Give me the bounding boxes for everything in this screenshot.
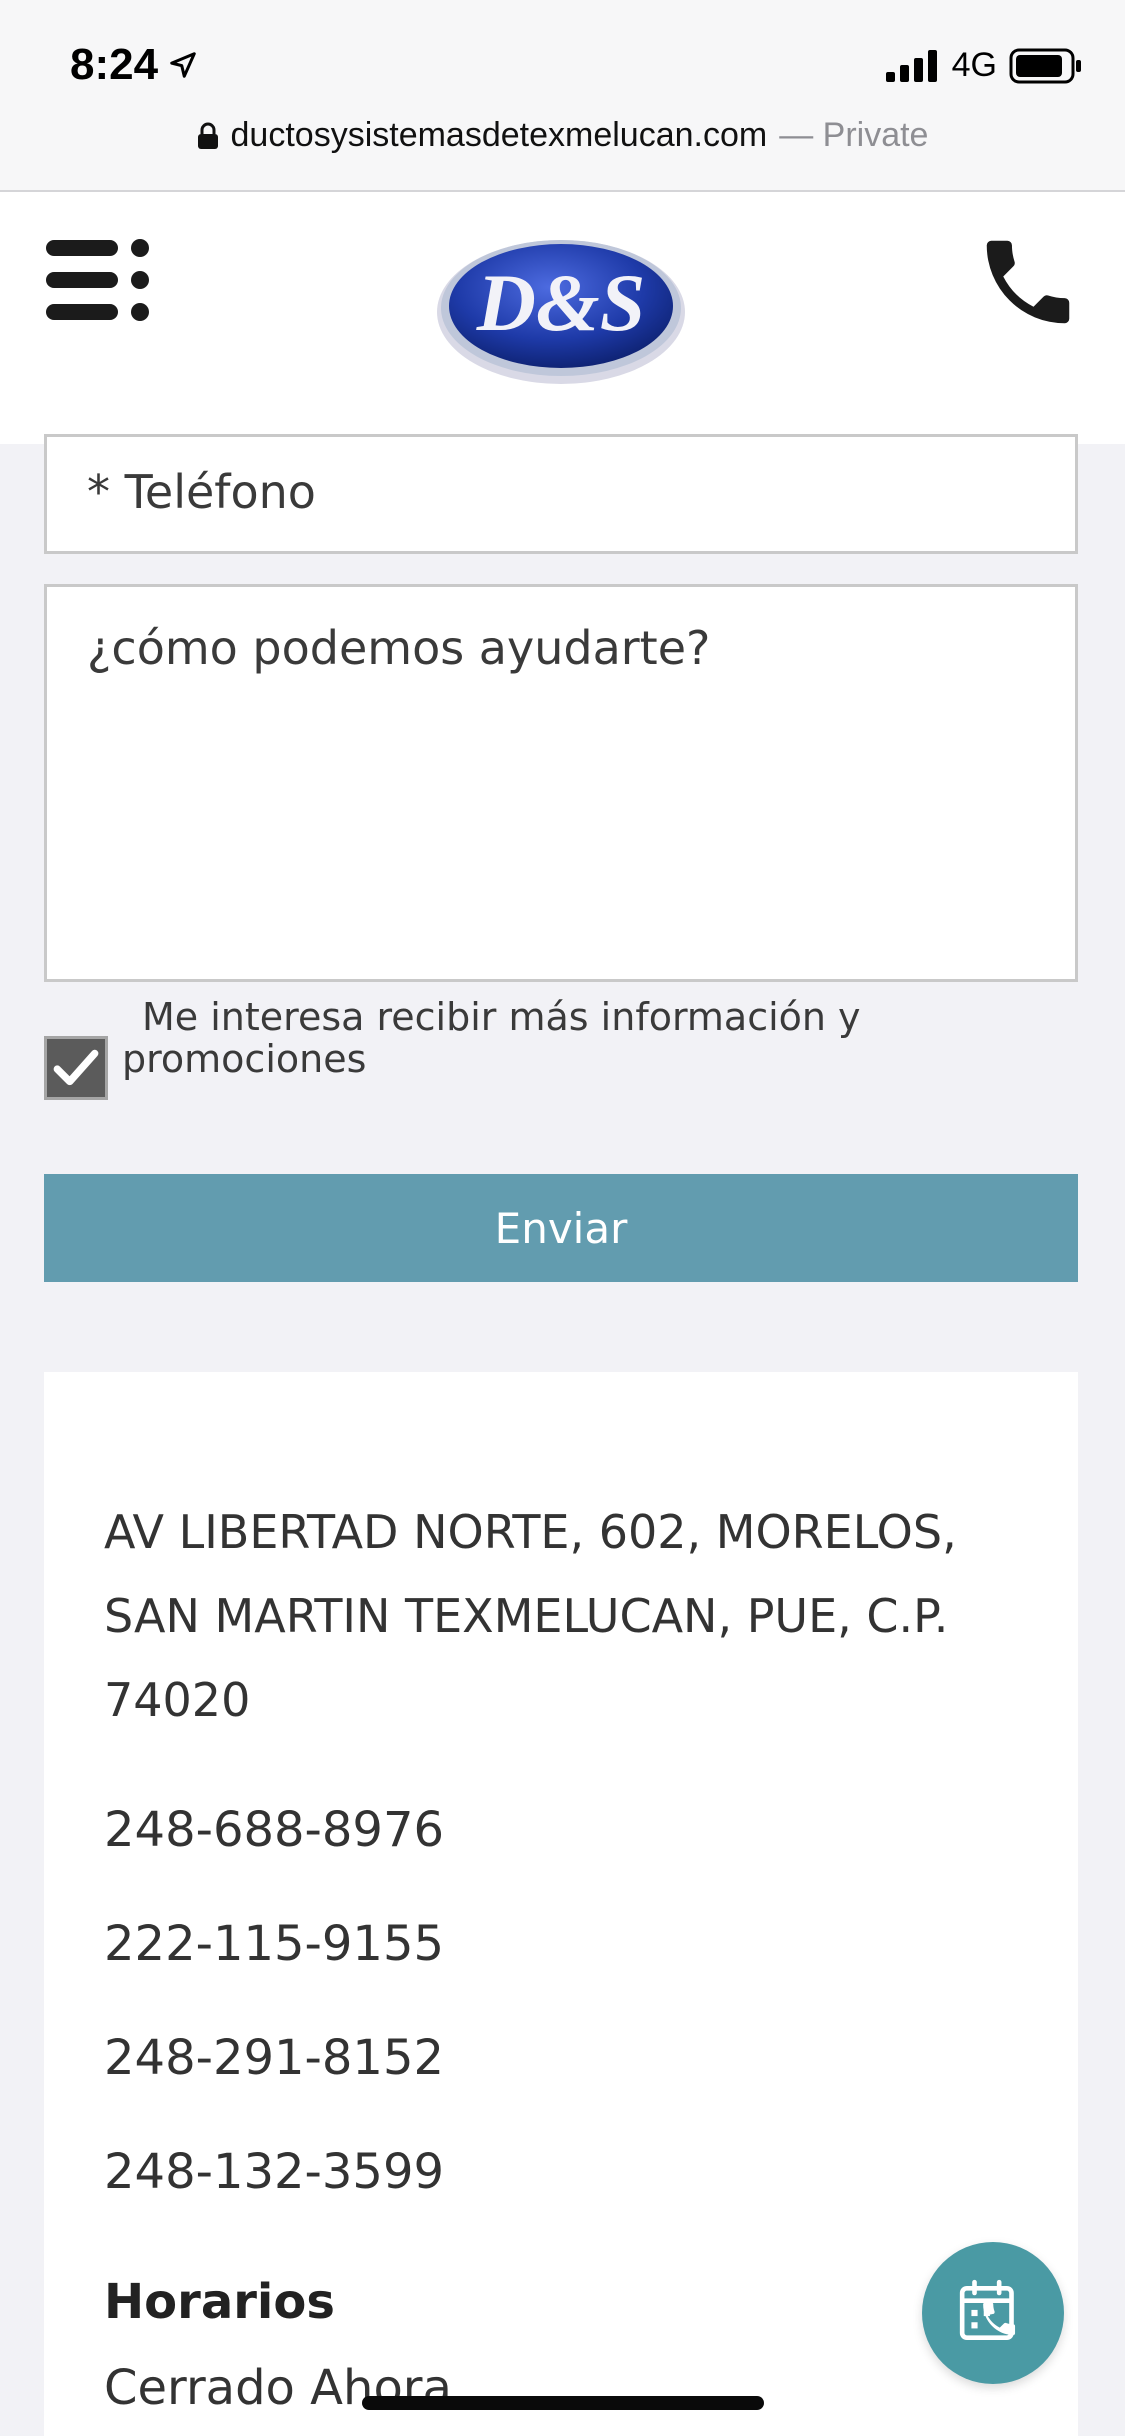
phone-number-1[interactable]: 248-688-8976 (104, 1802, 444, 1916)
message-field[interactable]: ¿cómo podemos ayudarte? (44, 584, 1078, 982)
consent-checkbox[interactable] (44, 1036, 108, 1100)
logo-text: D&S (476, 257, 646, 348)
calendar-phone-icon (959, 2279, 1016, 2340)
phone-field[interactable]: * Teléfono (44, 434, 1078, 554)
submit-button[interactable]: Enviar (44, 1174, 1078, 1282)
signal-icon (885, 49, 937, 82)
checkmark-icon (53, 1049, 99, 1086)
phone-number-2[interactable]: 222-115-9155 (104, 1916, 444, 2030)
lock-icon (197, 122, 218, 149)
battery-icon (1009, 48, 1081, 83)
status-time-text: 8:24 (70, 40, 159, 89)
home-indicator (362, 2396, 764, 2410)
status-time: 8:24 (70, 40, 198, 90)
site-header: D&S (0, 192, 1125, 444)
hours-title: Horarios (104, 2274, 335, 2330)
url-domain: ductosysistemasdetexmelucan.com (230, 116, 768, 154)
network-label: 4G (951, 46, 997, 84)
phone-icon (986, 240, 1070, 324)
message-placeholder: ¿cómo podemos ayudarte? (87, 621, 711, 675)
url-bar[interactable]: ductosysistemasdetexmelucan.com — Privat… (0, 116, 1125, 155)
location-arrow-icon (170, 52, 196, 78)
schedule-call-button[interactable] (922, 2242, 1064, 2384)
ds-logo: D&S (437, 240, 685, 384)
browser-status-bar: 8:24 4G ductosysistemasdetexmelucan.com … (0, 0, 1125, 192)
consent-row: Me interesa recibir más información y pr… (44, 996, 1084, 1116)
status-indicators: 4G (885, 46, 1083, 85)
logo[interactable]: D&S (430, 222, 692, 392)
call-button[interactable] (973, 222, 1083, 342)
url-private-label: — Private (779, 116, 929, 154)
menu-button[interactable] (44, 232, 154, 332)
phone-list: 248-688-8976 222-115-9155 248-291-8152 2… (104, 1802, 444, 2258)
phone-number-3[interactable]: 248-291-8152 (104, 2030, 444, 2144)
menu-icon (46, 239, 149, 321)
address: AV LIBERTAD NORTE, 602, MORELOS, SAN MAR… (104, 1505, 957, 1727)
consent-label: Me interesa recibir más información y pr… (122, 995, 861, 1081)
phone-number-4[interactable]: 248-132-3599 (104, 2144, 444, 2258)
contact-info-card: AV LIBERTAD NORTE, 602, MORELOS, SAN MAR… (44, 1372, 1078, 2436)
phone-placeholder: * Teléfono (87, 465, 316, 519)
